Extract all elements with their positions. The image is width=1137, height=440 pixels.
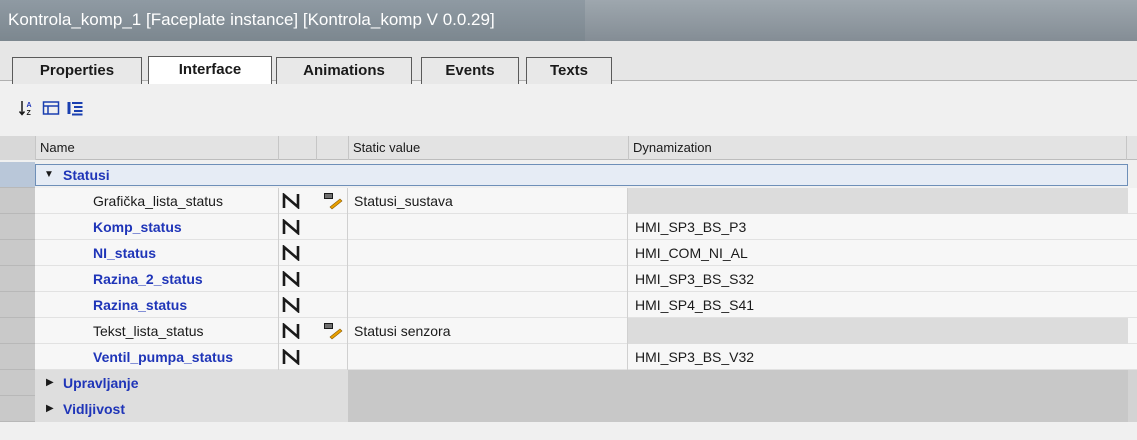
- row-static-value[interactable]: Statusi_sustava: [348, 188, 628, 214]
- svg-text:Z: Z: [27, 110, 32, 117]
- row-gutter: [0, 266, 35, 292]
- group-value-cell: [348, 396, 1128, 422]
- expanded-arrow-icon[interactable]: ▼: [44, 162, 54, 188]
- column-header-text-type[interactable]: [316, 136, 348, 160]
- row-name: Ventil_pumpa_status: [93, 349, 234, 365]
- row-static-value[interactable]: Statusi senzora: [348, 318, 628, 344]
- row-name: NI_status: [93, 245, 157, 261]
- table-row[interactable]: Ventil_pumpa_status HMI_SP3_BS_V32: [0, 344, 1137, 370]
- row-name: Razina_2_status: [93, 271, 203, 287]
- table-row[interactable]: NI_status HMI_COM_NI_AL: [0, 240, 1137, 266]
- column-header-spacer: [1126, 136, 1137, 160]
- interface-table: Name Static value Dynamization ▼ Statusi…: [0, 136, 1137, 440]
- row-name: Tekst_lista_status: [93, 323, 204, 339]
- group-label: Upravljanje: [63, 375, 139, 391]
- row-gutter: [0, 370, 35, 396]
- row-dynamization[interactable]: HMI_SP3_BS_V32: [628, 344, 1128, 370]
- table-row[interactable]: Tekst_lista_status Statusi senzora: [0, 318, 1137, 344]
- header-gutter: [0, 136, 35, 160]
- row-name: Razina_status: [93, 297, 188, 313]
- collapsed-arrow-icon[interactable]: ▶: [46, 396, 54, 422]
- text-list-icon[interactable]: [322, 191, 344, 211]
- tag-connection-icon[interactable]: [282, 219, 300, 235]
- svg-text:A: A: [27, 102, 32, 109]
- window-title-bar: Kontrola_komp_1 [Faceplate instance] [Ko…: [0, 0, 1137, 41]
- row-gutter: [0, 344, 35, 370]
- table-row[interactable]: Razina_2_status HMI_SP3_BS_S32: [0, 266, 1137, 292]
- group-row-statusi[interactable]: ▼ Statusi: [0, 162, 1137, 188]
- tag-connection-icon[interactable]: [282, 297, 300, 313]
- column-header-name[interactable]: Name: [35, 136, 278, 160]
- table-row[interactable]: Komp_status HMI_SP3_BS_P3: [0, 214, 1137, 240]
- row-dynamization[interactable]: [628, 318, 1128, 344]
- row-static-value[interactable]: [348, 266, 628, 292]
- table-row[interactable]: Razina_status HMI_SP4_BS_S41: [0, 292, 1137, 318]
- group-row-vidljivost[interactable]: ▶ Vidljivost: [0, 396, 1137, 422]
- row-gutter: [0, 214, 35, 240]
- table-row[interactable]: Grafička_lista_status Statusi_sustava: [0, 188, 1137, 214]
- group-row-upravljanje[interactable]: ▶ Upravljanje: [0, 370, 1137, 396]
- tag-connection-icon[interactable]: [282, 245, 300, 261]
- row-gutter: [0, 240, 35, 266]
- group-label: Vidljivost: [63, 401, 125, 417]
- tab-animations[interactable]: Animations: [276, 57, 412, 84]
- row-name: Komp_status: [93, 219, 182, 235]
- row-type-icons: [278, 188, 348, 214]
- row-type-icons: [278, 318, 348, 344]
- row-dynamization[interactable]: HMI_COM_NI_AL: [628, 240, 1128, 266]
- tab-properties[interactable]: Properties: [12, 57, 142, 84]
- tag-connection-icon[interactable]: [282, 193, 300, 209]
- interface-toolbar: A Z: [0, 91, 1137, 123]
- row-gutter: [0, 318, 35, 344]
- column-header-static-value[interactable]: Static value: [348, 136, 628, 160]
- row-gutter: [0, 188, 35, 214]
- row-static-value[interactable]: [348, 240, 628, 266]
- row-type-icons: [278, 344, 348, 370]
- collapse-all-icon[interactable]: [42, 99, 60, 117]
- tag-connection-icon[interactable]: [282, 349, 300, 365]
- sort-az-icon[interactable]: A Z: [18, 99, 36, 117]
- row-gutter: [0, 162, 35, 188]
- tab-events[interactable]: Events: [421, 57, 519, 84]
- group-highlight: [35, 164, 1128, 186]
- row-static-value[interactable]: [348, 214, 628, 240]
- table-header: Name Static value Dynamization: [0, 136, 1137, 160]
- row-gutter: [0, 292, 35, 318]
- tab-texts[interactable]: Texts: [526, 57, 612, 84]
- row-dynamization[interactable]: HMI_SP4_BS_S41: [628, 292, 1128, 318]
- row-type-icons: [278, 292, 348, 318]
- row-static-value[interactable]: [348, 344, 628, 370]
- collapsed-arrow-icon[interactable]: ▶: [46, 370, 54, 396]
- row-name: Grafička_lista_status: [93, 193, 223, 209]
- row-gutter: [0, 396, 35, 422]
- row-type-icons: [278, 266, 348, 292]
- tag-connection-icon[interactable]: [282, 323, 300, 339]
- row-dynamization[interactable]: HMI_SP3_BS_S32: [628, 266, 1128, 292]
- window-title: Kontrola_komp_1 [Faceplate instance] [Ko…: [8, 10, 495, 29]
- group-value-cell: [348, 370, 1128, 396]
- row-dynamization[interactable]: [628, 188, 1128, 214]
- row-type-icons: [278, 214, 348, 240]
- row-dynamization[interactable]: HMI_SP3_BS_P3: [628, 214, 1128, 240]
- expand-all-icon[interactable]: [66, 99, 84, 117]
- group-label: Statusi: [63, 167, 110, 183]
- tab-interface[interactable]: Interface: [148, 56, 272, 84]
- row-static-value[interactable]: [348, 292, 628, 318]
- tag-connection-icon[interactable]: [282, 271, 300, 287]
- tab-bar: Properties Interface Animations Events T…: [0, 41, 1137, 84]
- row-type-icons: [278, 240, 348, 266]
- column-header-dynamization[interactable]: Dynamization: [628, 136, 1126, 160]
- column-header-dyn-type[interactable]: [278, 136, 316, 160]
- text-list-icon[interactable]: [322, 321, 344, 341]
